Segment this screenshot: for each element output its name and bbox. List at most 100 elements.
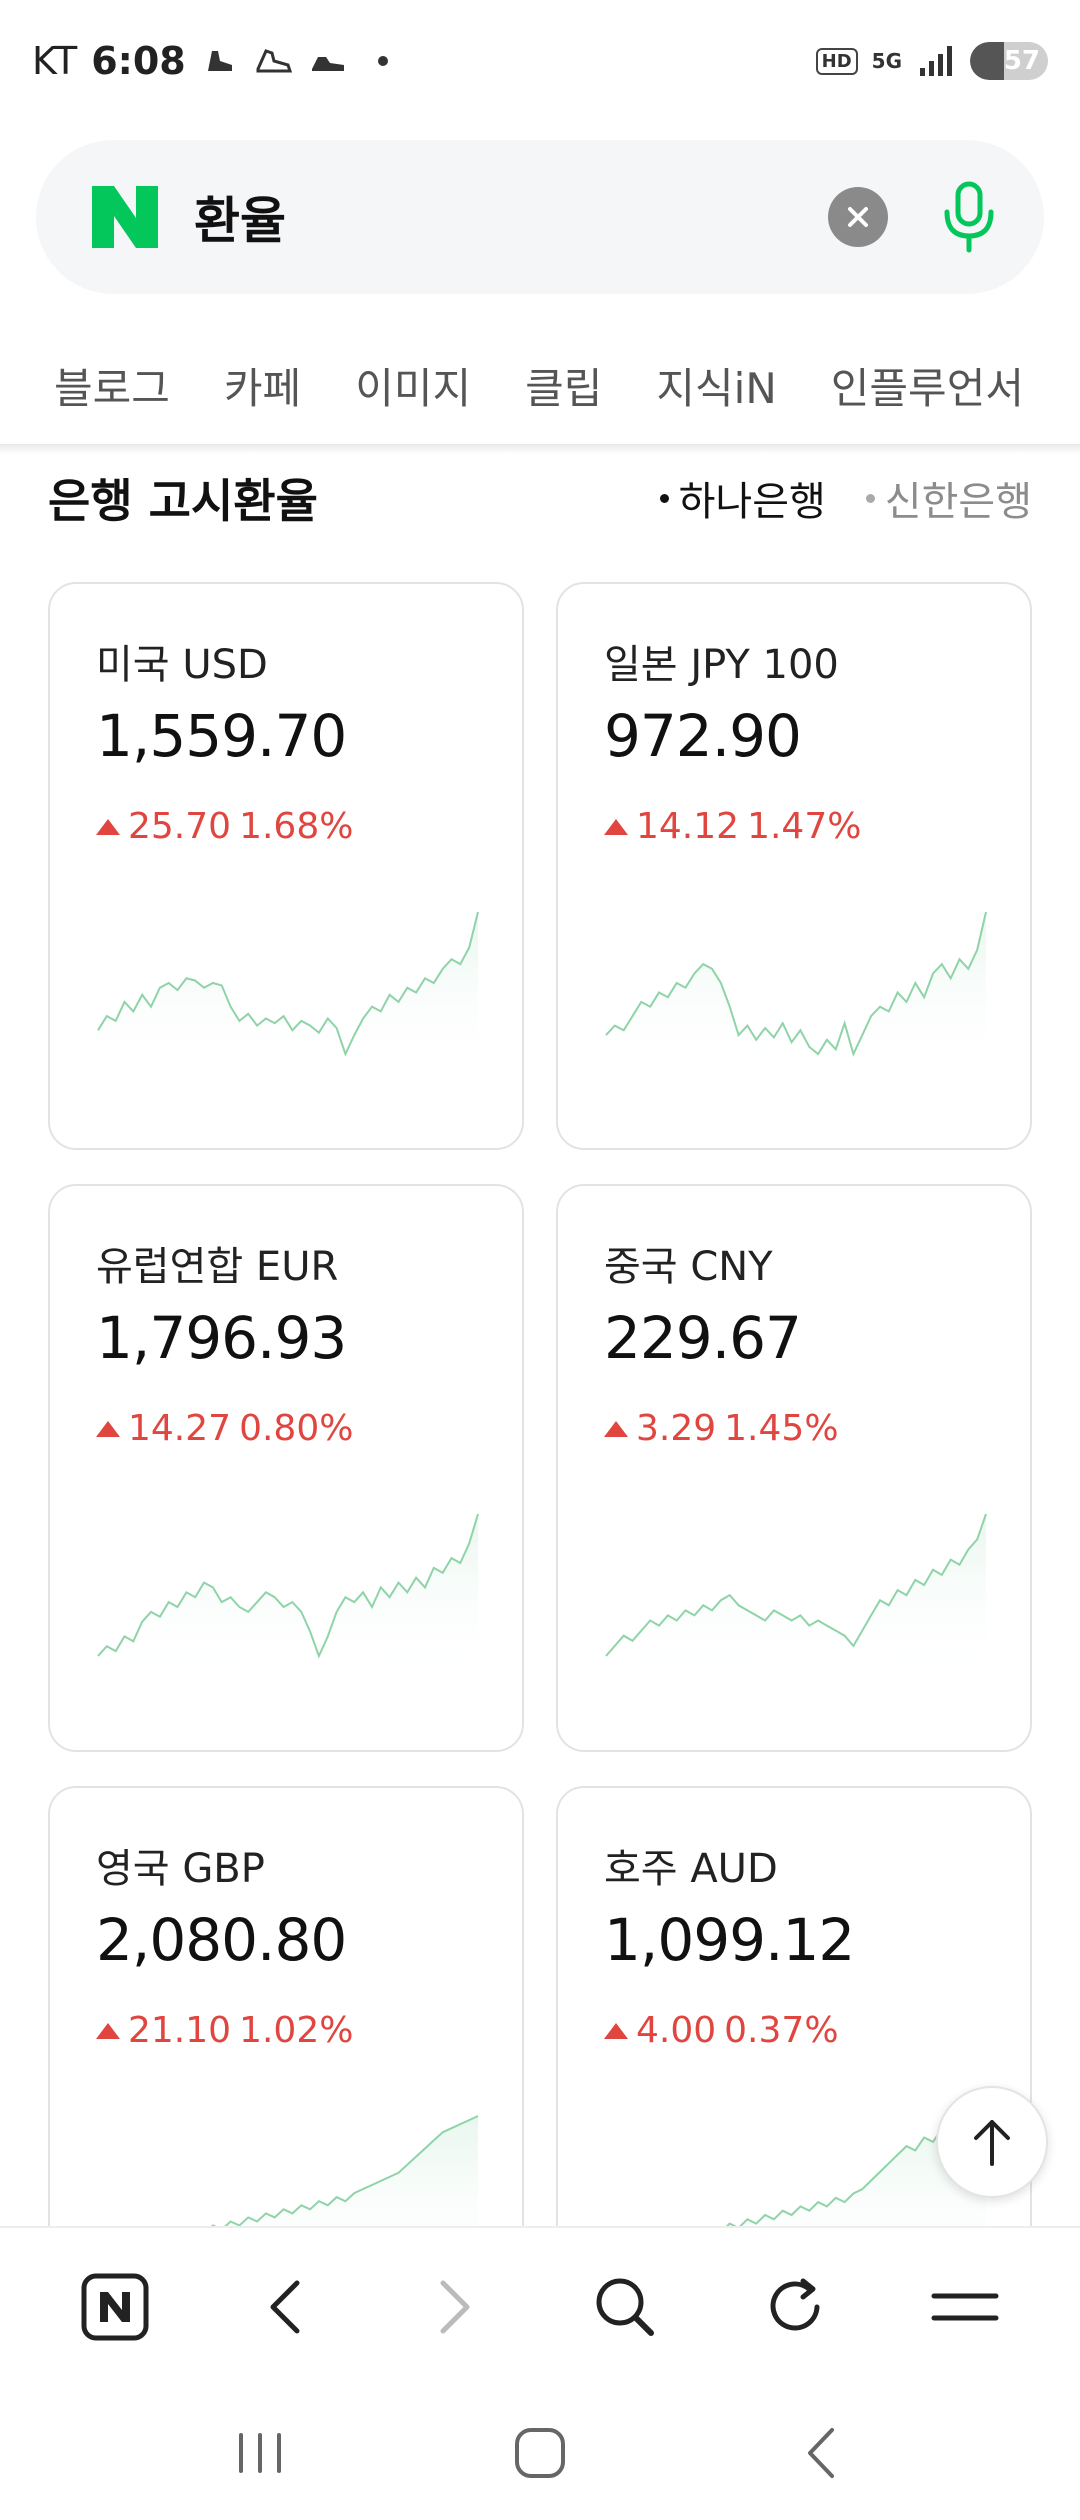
rate-card-jpy[interactable]: 일본 JPY 100 972.90 14.12 1.47% bbox=[556, 582, 1032, 1150]
bank-switch: 하나은행 신한은행 bbox=[659, 469, 1032, 527]
rate-change: 14.27 0.80% bbox=[96, 1408, 353, 1449]
battery-indicator: 57 bbox=[970, 42, 1048, 80]
scroll-to-top-button[interactable] bbox=[936, 2086, 1048, 2198]
change-percent: 1.47% bbox=[747, 806, 862, 847]
sneaker-icon bbox=[254, 41, 294, 81]
home-icon bbox=[515, 2428, 565, 2478]
signal-icon bbox=[916, 41, 956, 81]
up-arrow-icon bbox=[604, 818, 628, 835]
network-type: 5G bbox=[871, 49, 902, 73]
system-back-button[interactable] bbox=[780, 2413, 860, 2493]
status-left: KT 6:08 bbox=[32, 39, 388, 83]
rate-value: 972.90 bbox=[604, 702, 802, 770]
menu-button[interactable] bbox=[920, 2262, 1010, 2352]
section-header: 은행 고시환율 하나은행 신한은행 bbox=[48, 458, 1032, 538]
home-button[interactable] bbox=[500, 2413, 580, 2493]
close-icon bbox=[848, 207, 868, 227]
up-arrow-icon bbox=[604, 2022, 628, 2039]
rate-value: 229.67 bbox=[604, 1304, 802, 1372]
rate-value: 1,099.12 bbox=[604, 1906, 855, 1974]
sneaker-icon bbox=[308, 41, 348, 81]
currency-name: 유럽연합 EUR bbox=[96, 1244, 339, 1290]
sparkline-area bbox=[606, 1514, 986, 1676]
naver-home-button[interactable] bbox=[70, 2262, 160, 2352]
change-amount: 21.10 bbox=[128, 2010, 232, 2051]
sparkline-chart bbox=[97, 911, 479, 1074]
sparkline-area bbox=[606, 912, 986, 1074]
change-percent: 1.02% bbox=[239, 2010, 354, 2051]
rate-value: 1,559.70 bbox=[96, 702, 347, 770]
status-right: HD 5G 57 bbox=[815, 41, 1048, 81]
clock: 6:08 bbox=[91, 39, 186, 83]
forward-button[interactable] bbox=[410, 2262, 500, 2352]
sparkline-chart bbox=[605, 911, 987, 1074]
rate-change: 4.00 0.37% bbox=[604, 2010, 839, 2051]
currency-name: 영국 GBP bbox=[96, 1846, 265, 1892]
change-amount: 3.29 bbox=[636, 1408, 717, 1449]
currency-name: 호주 AUD bbox=[604, 1846, 778, 1892]
recent-apps-button[interactable] bbox=[220, 2413, 300, 2493]
carrier-label: KT bbox=[32, 39, 78, 83]
currency-name: 중국 CNY bbox=[604, 1244, 773, 1290]
tab-kin[interactable]: 지식iN bbox=[656, 355, 776, 416]
status-bar: KT 6:08 HD 5G 57 bbox=[0, 0, 1080, 122]
rate-change: 21.10 1.02% bbox=[96, 2010, 353, 2051]
search-icon bbox=[596, 2278, 654, 2336]
tab-influencer[interactable]: 인플루언서 bbox=[831, 355, 1024, 416]
back-button[interactable] bbox=[240, 2262, 330, 2352]
bank-option-hana[interactable]: 하나은행 bbox=[659, 469, 826, 527]
recent-apps-icon bbox=[239, 2433, 281, 2473]
tab-cafe[interactable]: 카페 bbox=[224, 355, 301, 416]
tab-clip[interactable]: 클립 bbox=[525, 355, 602, 416]
sparkline-chart bbox=[605, 1513, 987, 1676]
refresh-button[interactable] bbox=[750, 2262, 840, 2352]
tab-blog[interactable]: 블로그 bbox=[54, 355, 170, 416]
rate-card-eur[interactable]: 유럽연합 EUR 1,796.93 14.27 0.80% bbox=[48, 1184, 524, 1752]
up-arrow-icon bbox=[96, 2022, 120, 2039]
change-amount: 25.70 bbox=[128, 806, 232, 847]
naver-n-icon bbox=[81, 2273, 149, 2341]
tabs-divider bbox=[0, 444, 1080, 454]
bullet-dot bbox=[865, 493, 875, 503]
sparkline-area bbox=[98, 1514, 478, 1676]
bank-option-shinhan[interactable]: 신한은행 bbox=[865, 469, 1032, 527]
change-percent: 0.80% bbox=[239, 1408, 354, 1449]
change-percent: 1.68% bbox=[239, 806, 354, 847]
search-bar[interactable]: 환율 bbox=[36, 140, 1044, 294]
microphone-icon bbox=[944, 181, 994, 253]
rate-card-cny[interactable]: 중국 CNY 229.67 3.29 1.45% bbox=[556, 1184, 1032, 1752]
search-input[interactable]: 환율 bbox=[194, 181, 828, 253]
change-percent: 1.45% bbox=[724, 1408, 839, 1449]
hamburger-menu-icon bbox=[931, 2293, 999, 2321]
bank-label: 하나은행 bbox=[678, 479, 826, 525]
currency-name: 미국 USD bbox=[96, 642, 268, 688]
rate-change: 14.12 1.47% bbox=[604, 806, 861, 847]
battery-level: 57 bbox=[1003, 46, 1040, 76]
refresh-icon bbox=[770, 2278, 820, 2331]
up-arrow-icon bbox=[96, 1420, 120, 1437]
arrow-up-icon bbox=[974, 2120, 1010, 2166]
up-arrow-icon bbox=[604, 1420, 628, 1437]
tab-image[interactable]: 이미지 bbox=[355, 355, 471, 416]
change-amount: 14.12 bbox=[636, 806, 740, 847]
bank-label: 신한은행 bbox=[884, 479, 1032, 525]
change-amount: 14.27 bbox=[128, 1408, 232, 1449]
currency-name: 일본 JPY 100 bbox=[604, 642, 839, 688]
search-button[interactable] bbox=[580, 2262, 670, 2352]
naver-logo-icon[interactable] bbox=[92, 184, 158, 250]
rate-card-usd[interactable]: 미국 USD 1,559.70 25.70 1.68% bbox=[48, 582, 524, 1150]
change-percent: 0.37% bbox=[724, 2010, 839, 2051]
clear-search-button[interactable] bbox=[828, 187, 888, 247]
browser-toolbar bbox=[0, 2226, 1080, 2386]
bullet-dot bbox=[659, 493, 669, 503]
back-arrow-icon bbox=[808, 2428, 834, 2478]
chevron-left-icon bbox=[270, 2280, 300, 2334]
rate-change: 25.70 1.68% bbox=[96, 806, 353, 847]
hd-badge: HD bbox=[815, 47, 858, 75]
rate-change: 3.29 1.45% bbox=[604, 1408, 839, 1449]
rate-value: 1,796.93 bbox=[96, 1304, 347, 1372]
sparkline-chart bbox=[97, 1513, 479, 1676]
rate-value: 2,080.80 bbox=[96, 1906, 347, 1974]
voice-search-button[interactable] bbox=[934, 177, 1004, 257]
shoe-icon bbox=[200, 41, 240, 81]
